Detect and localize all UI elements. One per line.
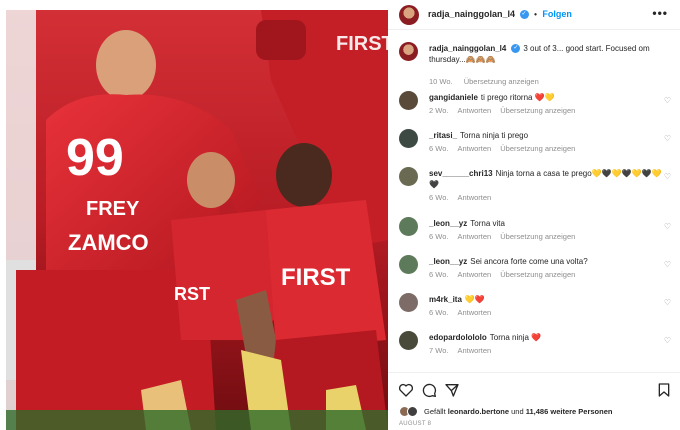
translate-link[interactable]: Übersetzung anzeigen: [500, 144, 575, 153]
comment-icon[interactable]: [421, 382, 437, 398]
commenter-avatar[interactable]: [399, 217, 418, 236]
reply-link[interactable]: Antworten: [457, 232, 491, 241]
sponsor-text-front: ZAMCO: [68, 230, 149, 255]
commenter-avatar[interactable]: [399, 167, 418, 186]
bookmark-icon[interactable]: [656, 382, 672, 398]
comment-text: 💛❤️: [464, 295, 485, 304]
football-celebration-image: FIRST 99 FREY ZAMCO RST FIRST: [6, 10, 388, 430]
more-options-icon[interactable]: •••: [652, 6, 668, 20]
comment-time: 6 Wo.: [429, 270, 449, 279]
comment-username[interactable]: _ritasi_: [429, 131, 457, 140]
like-comment-heart-icon[interactable]: ♡: [663, 134, 672, 143]
translate-link[interactable]: Übersetzung anzeigen: [500, 270, 575, 279]
translate-link[interactable]: Übersetzung anzeigen: [500, 232, 575, 241]
comment-text: Torna ninja ❤️: [489, 333, 542, 342]
sponsor-text-top: FIRST: [336, 33, 388, 55]
sponsor-text-right: FIRST: [281, 264, 351, 291]
post-header: radja_nainggolan_l4 ✓ • Folgen •••: [388, 0, 680, 30]
author-avatar[interactable]: [399, 42, 418, 61]
caption-username[interactable]: radja_nainggolan_l4: [429, 44, 506, 53]
reply-link[interactable]: Antworten: [457, 346, 491, 355]
separator-dot: •: [534, 10, 537, 19]
commenter-avatar[interactable]: [399, 293, 418, 312]
like-comment-heart-icon[interactable]: ♡: [663, 336, 672, 345]
comments-list[interactable]: radja_nainggolan_l4 ✓ 3 out of 3... good s…: [388, 31, 680, 369]
comment-text: Torna vita: [470, 219, 505, 228]
verified-badge-icon: ✓: [511, 44, 521, 54]
author-username[interactable]: radja_nainggolan_l4: [428, 9, 515, 19]
caption-time: 10 Wo.: [429, 77, 453, 86]
reply-link[interactable]: Antworten: [457, 144, 491, 153]
comment-text: Torna ninja ti prego: [460, 131, 529, 140]
follow-button[interactable]: Folgen: [542, 9, 572, 19]
likes-prefix: Gefällt: [424, 407, 446, 416]
likes-count[interactable]: 11,486 weitere Personen: [526, 407, 613, 416]
jersey-number: 99: [66, 129, 124, 187]
comment-username[interactable]: gangidaniele: [429, 93, 478, 102]
likes-text: Gefällt leonardo.bertone und 11,486 weit…: [424, 407, 612, 416]
like-comment-heart-icon[interactable]: ♡: [663, 260, 672, 269]
reply-link[interactable]: Antworten: [457, 193, 491, 202]
translate-link[interactable]: Übersetzung anzeigen: [500, 106, 575, 115]
comment-username[interactable]: m4rk_ita: [429, 295, 462, 304]
post-side-panel: radja_nainggolan_l4 ✓ • Folgen ••• radja…: [388, 0, 680, 430]
caption-translate-link[interactable]: Übersetzung anzeigen: [464, 77, 539, 86]
comment-time: 6 Wo.: [429, 193, 449, 202]
verified-badge-icon: ✓: [519, 10, 529, 20]
post-date[interactable]: AUGUST 8: [399, 421, 431, 427]
post-photo[interactable]: FIRST 99 FREY ZAMCO RST FIRST: [6, 10, 388, 430]
post-action-bar: [388, 372, 680, 406]
instagram-post-view: FIRST 99 FREY ZAMCO RST FIRST radja_nain…: [0, 0, 680, 430]
comment-time: 7 Wo.: [429, 346, 449, 355]
reply-link[interactable]: Antworten: [457, 308, 491, 317]
comment-username[interactable]: _leon__yz: [429, 257, 467, 266]
reply-link[interactable]: Antworten: [457, 270, 491, 279]
comment-text: ti prego ritorna ❤️💛: [480, 93, 555, 102]
like-comment-heart-icon[interactable]: ♡: [663, 298, 672, 307]
comment-time: 6 Wo.: [429, 144, 449, 153]
liker-avatar: [407, 406, 418, 417]
like-comment-heart-icon[interactable]: ♡: [663, 222, 672, 231]
heart-icon[interactable]: [398, 382, 414, 398]
commenter-avatar[interactable]: [399, 91, 418, 110]
comment-username[interactable]: edopardolololo: [429, 333, 487, 342]
comment-time: 6 Wo.: [429, 308, 449, 317]
likes-connector: und: [511, 407, 524, 416]
comment-text: Sei ancora forte come una volta?: [470, 257, 588, 266]
sponsor-text-middle: RST: [174, 284, 210, 304]
commenter-avatar[interactable]: [399, 331, 418, 350]
like-comment-heart-icon[interactable]: ♡: [663, 172, 672, 181]
likes-user[interactable]: leonardo.bertone: [448, 407, 509, 416]
comment-username[interactable]: _leon__yz: [429, 219, 467, 228]
jersey-name: FREY: [86, 198, 140, 220]
commenter-avatar[interactable]: [399, 129, 418, 148]
like-comment-heart-icon[interactable]: ♡: [663, 96, 672, 105]
reply-link[interactable]: Antworten: [457, 106, 491, 115]
comment-username[interactable]: sev______chri13: [429, 169, 493, 178]
share-icon[interactable]: [444, 382, 460, 398]
comment-time: 2 Wo.: [429, 106, 449, 115]
likes-summary: Gefällt leonardo.bertone und 11,486 weit…: [388, 404, 680, 420]
comment-time: 6 Wo.: [429, 232, 449, 241]
author-avatar[interactable]: [399, 5, 419, 25]
commenter-avatar[interactable]: [399, 255, 418, 274]
